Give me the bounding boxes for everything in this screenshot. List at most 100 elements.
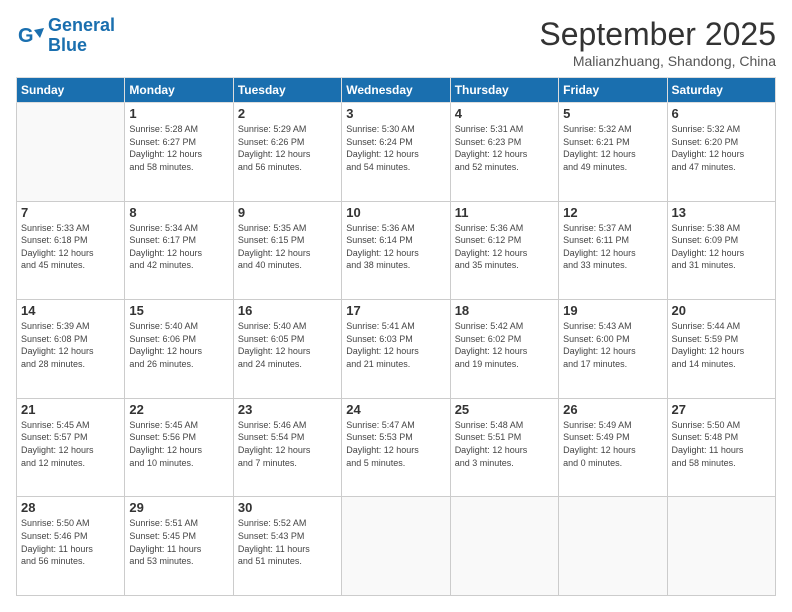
day-number: 23 <box>238 402 337 417</box>
day-number: 5 <box>563 106 662 121</box>
day-cell: 18 Sunrise: 5:42 AMSunset: 6:02 PMDayligh… <box>450 300 558 399</box>
day-cell: 7Sunrise: 5:33 AMSunset: 6:18 PMDaylight… <box>17 201 125 300</box>
day-cell: 14Sunrise: 5:39 AMSunset: 6:08 PMDayligh… <box>17 300 125 399</box>
day-cell: 23Sunrise: 5:46 AMSunset: 5:54 PMDayligh… <box>233 398 341 497</box>
day-cell: 17Sunrise: 5:41 AMSunset: 6:03 PMDayligh… <box>342 300 450 399</box>
day-info: Sunrise: 5:47 AMSunset: 5:53 PMDaylight:… <box>346 419 445 469</box>
day-info: Sunrise: 5:40 AMSunset: 6:06 PMDaylight:… <box>129 320 228 370</box>
page: G General Blue September 2025 Malianzhua… <box>0 0 792 612</box>
day-info: Sunrise: 5:35 AMSunset: 6:15 PMDaylight:… <box>238 222 337 272</box>
day-cell: 9 Sunrise: 5:35 AMSunset: 6:15 PMDaylight… <box>233 201 341 300</box>
day-cell: 24 Sunrise: 5:47 AMSunset: 5:53 PMDayligh… <box>342 398 450 497</box>
header: G General Blue September 2025 Malianzhua… <box>16 16 776 69</box>
day-info: Sunrise: 5:28 AMSunset: 6:27 PMDaylight:… <box>129 123 228 173</box>
day-info: Sunrise: 5:48 AMSunset: 5:51 PMDaylight:… <box>455 419 554 469</box>
day-number: 18 <box>455 303 554 318</box>
weekday-header-monday: Monday <box>125 78 233 103</box>
day-cell <box>342 497 450 596</box>
day-number: 24 <box>346 402 445 417</box>
day-number: 7 <box>21 205 120 220</box>
svg-text:G: G <box>18 25 34 47</box>
day-cell: 6 Sunrise: 5:32 AMSunset: 6:20 PMDaylight… <box>667 103 775 202</box>
day-cell: 27Sunrise: 5:50 AMSunset: 5:48 PMDayligh… <box>667 398 775 497</box>
week-row-4: 21Sunrise: 5:45 AMSunset: 5:57 PMDayligh… <box>17 398 776 497</box>
day-cell: 8 Sunrise: 5:34 AMSunset: 6:17 PMDaylight… <box>125 201 233 300</box>
weekday-header-friday: Friday <box>559 78 667 103</box>
day-cell: 10 Sunrise: 5:36 AMSunset: 6:14 PMDayligh… <box>342 201 450 300</box>
day-number: 25 <box>455 402 554 417</box>
day-info: Sunrise: 5:49 AMSunset: 5:49 PMDaylight:… <box>563 419 662 469</box>
day-number: 2 <box>238 106 337 121</box>
day-number: 1 <box>129 106 228 121</box>
day-info: Sunrise: 5:44 AMSunset: 5:59 PMDaylight:… <box>672 320 771 370</box>
day-info: Sunrise: 5:31 AMSunset: 6:23 PMDaylight:… <box>455 123 554 173</box>
day-info: Sunrise: 5:29 AMSunset: 6:26 PMDaylight:… <box>238 123 337 173</box>
weekday-header-saturday: Saturday <box>667 78 775 103</box>
day-number: 3 <box>346 106 445 121</box>
day-cell: 26 Sunrise: 5:49 AMSunset: 5:49 PMDayligh… <box>559 398 667 497</box>
weekday-header-wednesday: Wednesday <box>342 78 450 103</box>
logo-icon: G <box>16 22 44 50</box>
day-info: Sunrise: 5:42 AMSunset: 6:02 PMDaylight:… <box>455 320 554 370</box>
day-number: 10 <box>346 205 445 220</box>
day-info: Sunrise: 5:32 AMSunset: 6:20 PMDaylight:… <box>672 123 771 173</box>
day-number: 8 <box>129 205 228 220</box>
weekday-header-row: SundayMondayTuesdayWednesdayThursdayFrid… <box>17 78 776 103</box>
day-info: Sunrise: 5:40 AMSunset: 6:05 PMDaylight:… <box>238 320 337 370</box>
day-info: Sunrise: 5:52 AMSunset: 5:43 PMDaylight:… <box>238 517 337 567</box>
day-number: 28 <box>21 500 120 515</box>
weekday-header-tuesday: Tuesday <box>233 78 341 103</box>
day-number: 6 <box>672 106 771 121</box>
week-row-3: 14Sunrise: 5:39 AMSunset: 6:08 PMDayligh… <box>17 300 776 399</box>
day-cell: 11Sunrise: 5:36 AMSunset: 6:12 PMDayligh… <box>450 201 558 300</box>
day-info: Sunrise: 5:32 AMSunset: 6:21 PMDaylight:… <box>563 123 662 173</box>
week-row-2: 7Sunrise: 5:33 AMSunset: 6:18 PMDaylight… <box>17 201 776 300</box>
day-info: Sunrise: 5:34 AMSunset: 6:17 PMDaylight:… <box>129 222 228 272</box>
day-info: Sunrise: 5:36 AMSunset: 6:14 PMDaylight:… <box>346 222 445 272</box>
title-block: September 2025 Malianzhuang, Shandong, C… <box>539 16 776 69</box>
day-number: 16 <box>238 303 337 318</box>
day-info: Sunrise: 5:43 AMSunset: 6:00 PMDaylight:… <box>563 320 662 370</box>
day-cell: 21Sunrise: 5:45 AMSunset: 5:57 PMDayligh… <box>17 398 125 497</box>
day-cell: 19Sunrise: 5:43 AMSunset: 6:00 PMDayligh… <box>559 300 667 399</box>
day-info: Sunrise: 5:45 AMSunset: 5:57 PMDaylight:… <box>21 419 120 469</box>
day-number: 15 <box>129 303 228 318</box>
day-number: 17 <box>346 303 445 318</box>
day-cell: 5 Sunrise: 5:32 AMSunset: 6:21 PMDaylight… <box>559 103 667 202</box>
logo: G General Blue <box>16 16 115 56</box>
month-title: September 2025 <box>539 16 776 53</box>
location-subtitle: Malianzhuang, Shandong, China <box>539 53 776 69</box>
logo-text: General Blue <box>48 16 115 56</box>
day-cell: 22Sunrise: 5:45 AMSunset: 5:56 PMDayligh… <box>125 398 233 497</box>
day-cell: 16 Sunrise: 5:40 AMSunset: 6:05 PMDayligh… <box>233 300 341 399</box>
day-cell: 30 Sunrise: 5:52 AMSunset: 5:43 PMDayligh… <box>233 497 341 596</box>
day-cell: 12 Sunrise: 5:37 AMSunset: 6:11 PMDayligh… <box>559 201 667 300</box>
day-number: 30 <box>238 500 337 515</box>
day-cell: 1 Sunrise: 5:28 AMSunset: 6:27 PMDaylight… <box>125 103 233 202</box>
day-cell: 4Sunrise: 5:31 AMSunset: 6:23 PMDaylight… <box>450 103 558 202</box>
day-cell: 29 Sunrise: 5:51 AMSunset: 5:45 PMDayligh… <box>125 497 233 596</box>
day-cell <box>667 497 775 596</box>
day-number: 14 <box>21 303 120 318</box>
day-info: Sunrise: 5:37 AMSunset: 6:11 PMDaylight:… <box>563 222 662 272</box>
weekday-header-thursday: Thursday <box>450 78 558 103</box>
day-cell: 15 Sunrise: 5:40 AMSunset: 6:06 PMDayligh… <box>125 300 233 399</box>
day-number: 22 <box>129 402 228 417</box>
day-number: 9 <box>238 205 337 220</box>
day-number: 20 <box>672 303 771 318</box>
day-cell <box>450 497 558 596</box>
day-info: Sunrise: 5:50 AMSunset: 5:46 PMDaylight:… <box>21 517 120 567</box>
day-info: Sunrise: 5:30 AMSunset: 6:24 PMDaylight:… <box>346 123 445 173</box>
day-number: 12 <box>563 205 662 220</box>
day-cell <box>17 103 125 202</box>
day-cell: 13Sunrise: 5:38 AMSunset: 6:09 PMDayligh… <box>667 201 775 300</box>
day-cell: 25 Sunrise: 5:48 AMSunset: 5:51 PMDayligh… <box>450 398 558 497</box>
day-number: 29 <box>129 500 228 515</box>
day-number: 11 <box>455 205 554 220</box>
day-info: Sunrise: 5:51 AMSunset: 5:45 PMDaylight:… <box>129 517 228 567</box>
day-number: 26 <box>563 402 662 417</box>
logo-blue: Blue <box>48 35 87 55</box>
week-row-5: 28 Sunrise: 5:50 AMSunset: 5:46 PMDayligh… <box>17 497 776 596</box>
day-number: 27 <box>672 402 771 417</box>
day-number: 13 <box>672 205 771 220</box>
